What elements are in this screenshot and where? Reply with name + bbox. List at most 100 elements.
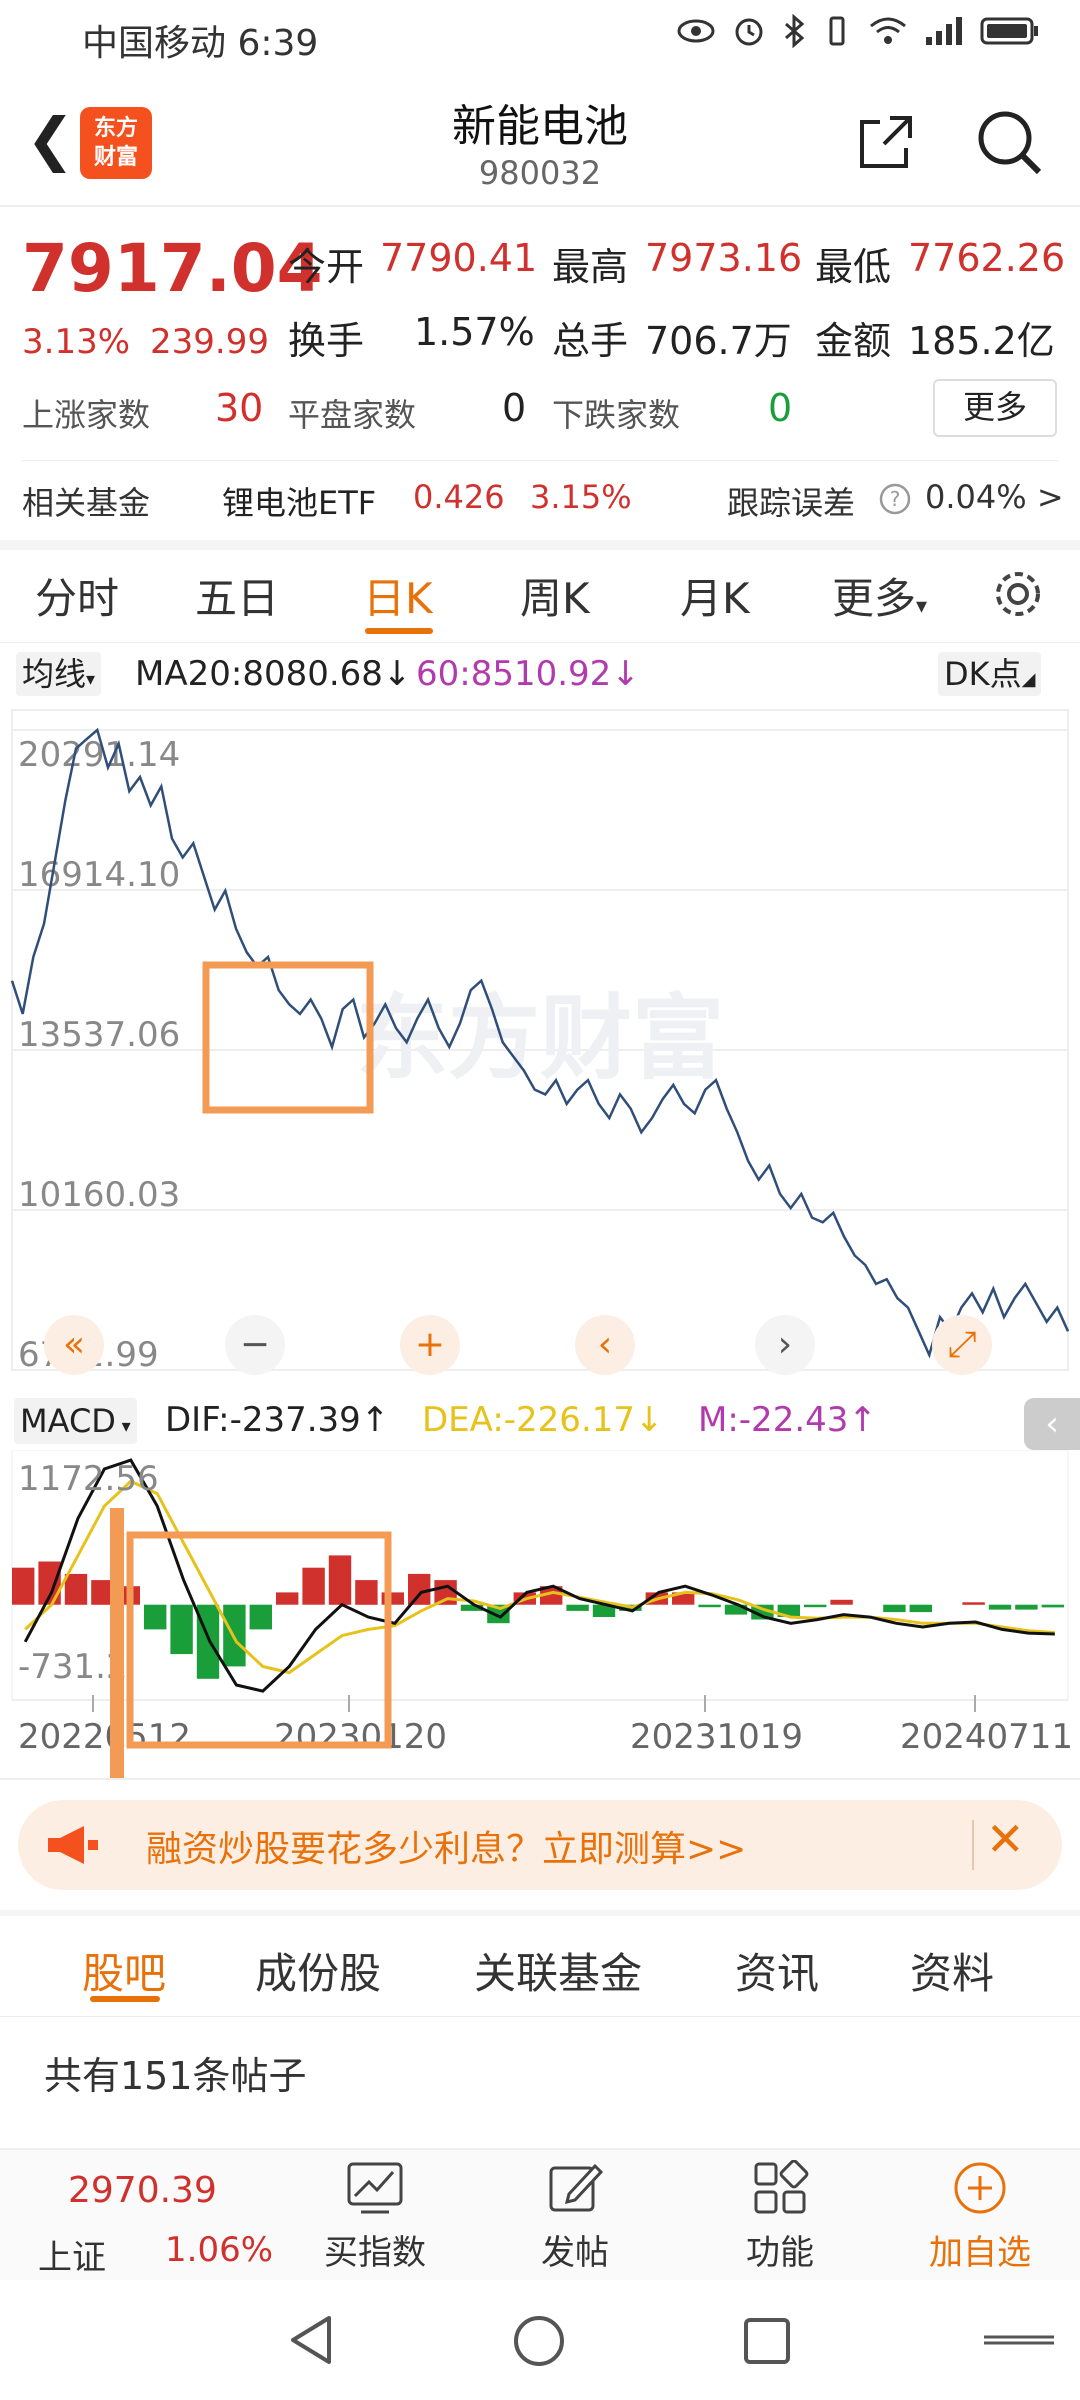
price-chart[interactable]: 东方财富 20291.1416914.1013537.0610160.03678… <box>0 700 1080 1390</box>
tracking-error-value[interactable]: 0.04% > <box>925 478 1064 516</box>
tab-weekly-k[interactable]: 周K <box>520 565 590 626</box>
help-icon[interactable]: ? <box>878 482 912 516</box>
tab-news[interactable]: 资讯 <box>735 1940 819 2001</box>
search-icon[interactable] <box>975 108 1045 178</box>
active-tab-indicator <box>365 628 433 634</box>
x-tick-label: 20230120 <box>274 1717 447 1757</box>
related-fund-name[interactable]: 锂电池ETF <box>222 478 376 524</box>
caret-down-icon: ▾ <box>86 669 96 690</box>
nav-back-icon[interactable] <box>285 2312 335 2368</box>
edit-icon <box>549 2163 604 2212</box>
buy-index-button[interactable]: 买指数 <box>310 2160 440 2274</box>
x-tick-label: 20231019 <box>630 1717 803 1757</box>
caret-icon: ◢ <box>1021 669 1036 690</box>
tab-intraday[interactable]: 分时 <box>35 565 119 626</box>
change-amount: 239.99 <box>150 322 269 362</box>
tab-constituents[interactable]: 成份股 <box>255 1940 381 2001</box>
nav-home-icon[interactable] <box>512 2314 566 2368</box>
banner-text: 融资炒股要花多少利息？立即测算>> <box>146 1829 747 1870</box>
index-value: 2970.39 <box>68 2170 217 2211</box>
function-button[interactable]: 功能 <box>720 2159 840 2274</box>
status-icons <box>676 14 1040 48</box>
scroll-right-button[interactable]: › <box>755 1315 815 1375</box>
flat-count: 0 <box>502 386 527 430</box>
high-value: 7973.16 <box>645 236 803 280</box>
macd-bar <box>328 1555 352 1605</box>
tab-profile[interactable]: 资料 <box>910 1940 994 2001</box>
scroll-left-button[interactable]: ‹ <box>575 1315 635 1375</box>
caret-down-icon: ▾ <box>115 1416 131 1437</box>
post-label: 发帖 <box>541 2233 609 2273</box>
low-label: 最低 <box>815 245 892 289</box>
macd-bar <box>804 1604 827 1608</box>
vibrate-icon <box>829 16 845 46</box>
signal-icon <box>926 17 962 45</box>
indicator-selector-label: MACD <box>20 1402 116 1440</box>
dk-point-button[interactable]: DK点◢ <box>938 652 1042 696</box>
macd-bar <box>1015 1604 1038 1610</box>
megaphone-icon <box>48 1826 98 1864</box>
up-count-label: 上涨家数 <box>22 396 151 434</box>
nav-recents-icon[interactable] <box>742 2316 792 2366</box>
open-label: 今开 <box>288 245 365 289</box>
close-icon[interactable]: ✕ <box>986 1812 1025 1866</box>
highlight-box <box>202 961 374 1114</box>
high-label: 最高 <box>552 245 629 289</box>
divider <box>22 460 1058 461</box>
tab-more[interactable]: 更多▾ <box>832 565 927 626</box>
tab-monthly-k[interactable]: 月K <box>680 565 750 626</box>
divider <box>0 1910 1080 1916</box>
macd-bar <box>883 1604 906 1613</box>
add-circle-icon <box>954 2162 1006 2214</box>
divider <box>0 642 1080 643</box>
macd-y-tick-label: 1172.56 <box>18 1459 159 1499</box>
macd-dif: DIF:-237.39↑ <box>165 1400 390 1440</box>
svg-text:?: ? <box>890 487 901 511</box>
ma-selector-label: 均线 <box>22 655 87 693</box>
related-fund-label: 相关基金 <box>22 484 151 522</box>
open-value: 7790.41 <box>380 236 538 280</box>
macd-chart[interactable]: 1172.56-731.2 20220512 20230120 20231019 20… <box>0 1450 1080 1780</box>
highlight-marker <box>110 1508 124 1778</box>
more-button[interactable]: 更多 <box>933 379 1057 437</box>
indicator-selector[interactable]: MACD ▾ <box>14 1398 137 1444</box>
macd-bar <box>144 1604 167 1630</box>
divider <box>972 1820 974 1870</box>
carrier-time: 中国移动 6:39 <box>82 23 319 64</box>
watermark-logo: 东方财富 <box>356 985 724 1092</box>
ma20-value: MA20:8080.68↓ <box>135 654 412 694</box>
chart-trend-icon <box>347 2162 403 2214</box>
caret-down-icon: ▾ <box>916 594 928 619</box>
function-label: 功能 <box>746 2233 814 2273</box>
index-ticker[interactable]: 2970.39 上证 1.06% <box>0 2150 273 2282</box>
scroll-left-fast-button[interactable]: « <box>44 1315 104 1375</box>
flat-count-label: 平盘家数 <box>288 396 417 434</box>
divider <box>0 2016 1080 2017</box>
settings-gear-icon[interactable] <box>990 566 1046 622</box>
divider <box>0 205 1080 207</box>
collapse-panel-button[interactable]: ‹ <box>1024 1398 1080 1450</box>
system-nav-bar <box>0 2280 1080 2400</box>
tab-guba[interactable]: 股吧 <box>82 1940 166 2001</box>
zoom-out-button[interactable]: − <box>225 1315 285 1375</box>
tab-daily-k[interactable]: 日K <box>363 565 433 626</box>
grid-apps-icon <box>754 2159 809 2214</box>
header: ❮ 东方 财富 新能电池 980032 <box>0 72 1080 207</box>
macd-bar <box>962 1602 985 1605</box>
share-icon[interactable] <box>856 112 916 172</box>
tab-related-funds[interactable]: 关联基金 <box>474 1940 642 2001</box>
zoom-in-button[interactable]: + <box>400 1315 460 1375</box>
post-button[interactable]: 发帖 <box>520 2160 630 2274</box>
macd-bar <box>408 1573 431 1605</box>
macd-bar <box>64 1573 88 1605</box>
ma-selector[interactable]: 均线▾ <box>16 652 102 696</box>
tab-five-day[interactable]: 五日 <box>195 565 279 626</box>
macd-histogram <box>12 1555 1064 1679</box>
related-fund-pct: 3.15% <box>530 478 632 516</box>
nav-gesture-icon <box>984 2335 1054 2345</box>
add-watchlist-button[interactable]: 加自选 <box>915 2160 1045 2274</box>
promo-banner[interactable]: 融资炒股要花多少利息？立即测算>> ✕ <box>18 1800 1062 1890</box>
fullscreen-icon[interactable]: ⤢ <box>932 1315 992 1375</box>
volume-value: 706.7万 <box>645 319 792 363</box>
buy-index-label: 买指数 <box>324 2233 426 2273</box>
